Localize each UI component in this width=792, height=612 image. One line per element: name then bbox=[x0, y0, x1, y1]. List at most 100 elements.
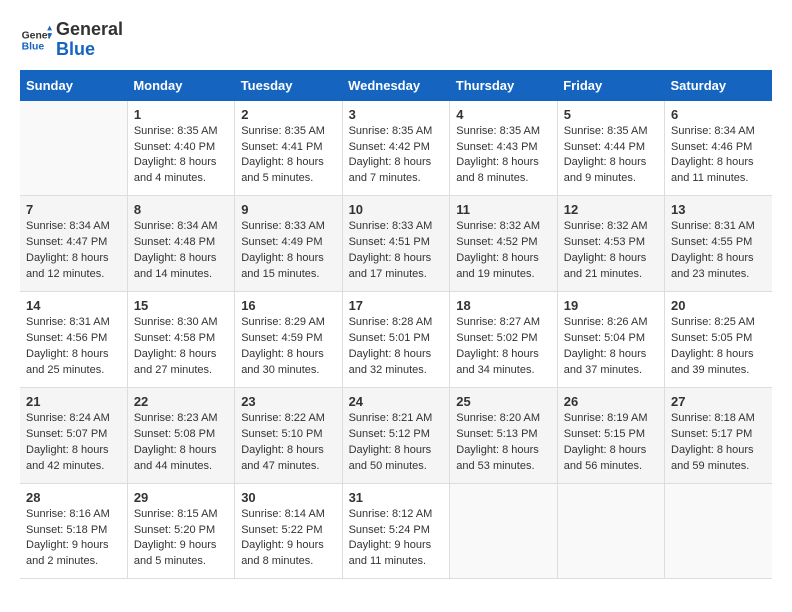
header-thursday: Thursday bbox=[450, 70, 557, 101]
day-info: Sunrise: 8:26 AMSunset: 5:04 PMDaylight:… bbox=[564, 315, 658, 379]
calendar-cell: 15Sunrise: 8:30 AMSunset: 4:58 PMDayligh… bbox=[127, 292, 234, 388]
day-number: 27 bbox=[671, 394, 766, 409]
day-number: 31 bbox=[349, 490, 444, 505]
day-info: Sunrise: 8:35 AMSunset: 4:43 PMDaylight:… bbox=[456, 124, 550, 188]
day-info: Sunrise: 8:19 AMSunset: 5:15 PMDaylight:… bbox=[564, 411, 658, 475]
day-number: 19 bbox=[564, 298, 658, 313]
calendar-cell: 31 Sunrise: 8:12 AMSunset: 5:24 PMDayligh… bbox=[342, 483, 450, 579]
day-info: Sunrise: 8:16 AMSunset: 5:18 PMDaylight:… bbox=[26, 507, 121, 571]
day-info: Sunrise: 8:32 AMSunset: 4:52 PMDaylight:… bbox=[456, 219, 550, 283]
day-number: 17 bbox=[349, 298, 444, 313]
day-info: Sunrise: 8:12 AMSunset: 5:24 PMDaylight:… bbox=[349, 507, 444, 571]
calendar-cell: 5 Sunrise: 8:35 AMSunset: 4:44 PMDaylight… bbox=[557, 101, 664, 196]
day-info: Sunrise: 8:20 AMSunset: 5:13 PMDaylight:… bbox=[456, 411, 550, 475]
day-info: Sunrise: 8:34 AMSunset: 4:47 PMDaylight:… bbox=[26, 219, 121, 283]
day-number: 21 bbox=[26, 394, 121, 409]
calendar-cell: 2 Sunrise: 8:35 AMSunset: 4:41 PMDaylight… bbox=[235, 101, 342, 196]
day-info: Sunrise: 8:27 AMSunset: 5:02 PMDaylight:… bbox=[456, 315, 550, 379]
calendar-cell: 12 Sunrise: 8:32 AMSunset: 4:53 PMDayligh… bbox=[557, 196, 664, 292]
day-number: 2 bbox=[241, 107, 335, 122]
calendar-cell: 30 Sunrise: 8:14 AMSunset: 5:22 PMDayligh… bbox=[235, 483, 342, 579]
logo-general: General bbox=[56, 20, 123, 40]
day-number: 29 bbox=[134, 490, 228, 505]
day-info: Sunrise: 8:28 AMSunset: 5:01 PMDaylight:… bbox=[349, 315, 444, 379]
day-info: Sunrise: 8:25 AMSunset: 5:05 PMDaylight:… bbox=[671, 315, 766, 379]
calendar-cell: 24 Sunrise: 8:21 AMSunset: 5:12 PMDayligh… bbox=[342, 387, 450, 483]
header-saturday: Saturday bbox=[665, 70, 772, 101]
calendar-cell: 9Sunrise: 8:33 AMSunset: 4:49 PMDaylight… bbox=[235, 196, 342, 292]
day-info: Sunrise: 8:30 AMSunset: 4:58 PMDaylight:… bbox=[134, 315, 228, 379]
calendar-cell: 17 Sunrise: 8:28 AMSunset: 5:01 PMDayligh… bbox=[342, 292, 450, 388]
day-info: Sunrise: 8:35 AMSunset: 4:40 PMDaylight:… bbox=[134, 124, 228, 188]
header-friday: Friday bbox=[557, 70, 664, 101]
day-info: Sunrise: 8:24 AMSunset: 5:07 PMDaylight:… bbox=[26, 411, 121, 475]
svg-text:General: General bbox=[22, 30, 52, 41]
calendar-cell: 7 Sunrise: 8:34 AMSunset: 4:47 PMDaylight… bbox=[20, 196, 127, 292]
day-info: Sunrise: 8:15 AMSunset: 5:20 PMDaylight:… bbox=[134, 507, 228, 571]
day-number: 12 bbox=[564, 202, 658, 217]
day-info: Sunrise: 8:31 AMSunset: 4:55 PMDaylight:… bbox=[671, 219, 766, 283]
day-info: Sunrise: 8:34 AMSunset: 4:46 PMDaylight:… bbox=[671, 124, 766, 188]
calendar-cell: 14 Sunrise: 8:31 AMSunset: 4:56 PMDayligh… bbox=[20, 292, 127, 388]
calendar-cell bbox=[20, 101, 127, 196]
calendar-cell: 28 Sunrise: 8:16 AMSunset: 5:18 PMDayligh… bbox=[20, 483, 127, 579]
day-number: 5 bbox=[564, 107, 658, 122]
day-info: Sunrise: 8:32 AMSunset: 4:53 PMDaylight:… bbox=[564, 219, 658, 283]
calendar-cell: 4 Sunrise: 8:35 AMSunset: 4:43 PMDaylight… bbox=[450, 101, 557, 196]
calendar-cell: 11 Sunrise: 8:32 AMSunset: 4:52 PMDayligh… bbox=[450, 196, 557, 292]
header-wednesday: Wednesday bbox=[342, 70, 450, 101]
calendar-cell: 22Sunrise: 8:23 AMSunset: 5:08 PMDayligh… bbox=[127, 387, 234, 483]
header-sunday: Sunday bbox=[20, 70, 127, 101]
calendar-cell bbox=[665, 483, 772, 579]
day-info: Sunrise: 8:21 AMSunset: 5:12 PMDaylight:… bbox=[349, 411, 444, 475]
day-number: 25 bbox=[456, 394, 550, 409]
week-row-3: 14 Sunrise: 8:31 AMSunset: 4:56 PMDayligh… bbox=[20, 292, 772, 388]
header-tuesday: Tuesday bbox=[235, 70, 342, 101]
day-number: 1 bbox=[134, 107, 228, 122]
day-info: Sunrise: 8:29 AMSunset: 4:59 PMDaylight:… bbox=[241, 315, 335, 379]
svg-text:Blue: Blue bbox=[22, 41, 45, 52]
day-info: Sunrise: 8:35 AMSunset: 4:41 PMDaylight:… bbox=[241, 124, 335, 188]
day-number: 18 bbox=[456, 298, 550, 313]
calendar-header-row: SundayMondayTuesdayWednesdayThursdayFrid… bbox=[20, 70, 772, 101]
calendar-cell bbox=[557, 483, 664, 579]
calendar-cell: 27 Sunrise: 8:18 AMSunset: 5:17 PMDayligh… bbox=[665, 387, 772, 483]
day-number: 3 bbox=[349, 107, 444, 122]
week-row-1: 1 Sunrise: 8:35 AMSunset: 4:40 PMDaylight… bbox=[20, 101, 772, 196]
header-monday: Monday bbox=[127, 70, 234, 101]
day-number: 14 bbox=[26, 298, 121, 313]
day-number: 10 bbox=[349, 202, 444, 217]
day-info: Sunrise: 8:35 AMSunset: 4:42 PMDaylight:… bbox=[349, 124, 444, 188]
calendar-cell: 18 Sunrise: 8:27 AMSunset: 5:02 PMDayligh… bbox=[450, 292, 557, 388]
day-number: 13 bbox=[671, 202, 766, 217]
calendar-cell: 1 Sunrise: 8:35 AMSunset: 4:40 PMDaylight… bbox=[127, 101, 234, 196]
calendar-cell: 13 Sunrise: 8:31 AMSunset: 4:55 PMDayligh… bbox=[665, 196, 772, 292]
calendar-cell bbox=[450, 483, 557, 579]
day-number: 6 bbox=[671, 107, 766, 122]
day-info: Sunrise: 8:14 AMSunset: 5:22 PMDaylight:… bbox=[241, 507, 335, 571]
day-number: 7 bbox=[26, 202, 121, 217]
calendar-cell: 23Sunrise: 8:22 AMSunset: 5:10 PMDayligh… bbox=[235, 387, 342, 483]
week-row-4: 21 Sunrise: 8:24 AMSunset: 5:07 PMDayligh… bbox=[20, 387, 772, 483]
page-header: General Blue General Blue bbox=[20, 20, 772, 60]
calendar-cell: 19 Sunrise: 8:26 AMSunset: 5:04 PMDayligh… bbox=[557, 292, 664, 388]
day-number: 23 bbox=[241, 394, 335, 409]
calendar-cell: 6 Sunrise: 8:34 AMSunset: 4:46 PMDaylight… bbox=[665, 101, 772, 196]
day-number: 24 bbox=[349, 394, 444, 409]
day-info: Sunrise: 8:18 AMSunset: 5:17 PMDaylight:… bbox=[671, 411, 766, 475]
day-number: 28 bbox=[26, 490, 121, 505]
day-number: 4 bbox=[456, 107, 550, 122]
day-info: Sunrise: 8:33 AMSunset: 4:49 PMDaylight:… bbox=[241, 219, 335, 283]
day-number: 20 bbox=[671, 298, 766, 313]
day-number: 26 bbox=[564, 394, 658, 409]
calendar-cell: 20 Sunrise: 8:25 AMSunset: 5:05 PMDayligh… bbox=[665, 292, 772, 388]
calendar-cell: 29 Sunrise: 8:15 AMSunset: 5:20 PMDayligh… bbox=[127, 483, 234, 579]
day-info: Sunrise: 8:31 AMSunset: 4:56 PMDaylight:… bbox=[26, 315, 121, 379]
week-row-5: 28 Sunrise: 8:16 AMSunset: 5:18 PMDayligh… bbox=[20, 483, 772, 579]
calendar-cell: 26 Sunrise: 8:19 AMSunset: 5:15 PMDayligh… bbox=[557, 387, 664, 483]
day-number: 30 bbox=[241, 490, 335, 505]
logo-blue: Blue bbox=[56, 40, 123, 60]
day-info: Sunrise: 8:35 AMSunset: 4:44 PMDaylight:… bbox=[564, 124, 658, 188]
day-info: Sunrise: 8:34 AMSunset: 4:48 PMDaylight:… bbox=[134, 219, 228, 283]
day-number: 11 bbox=[456, 202, 550, 217]
